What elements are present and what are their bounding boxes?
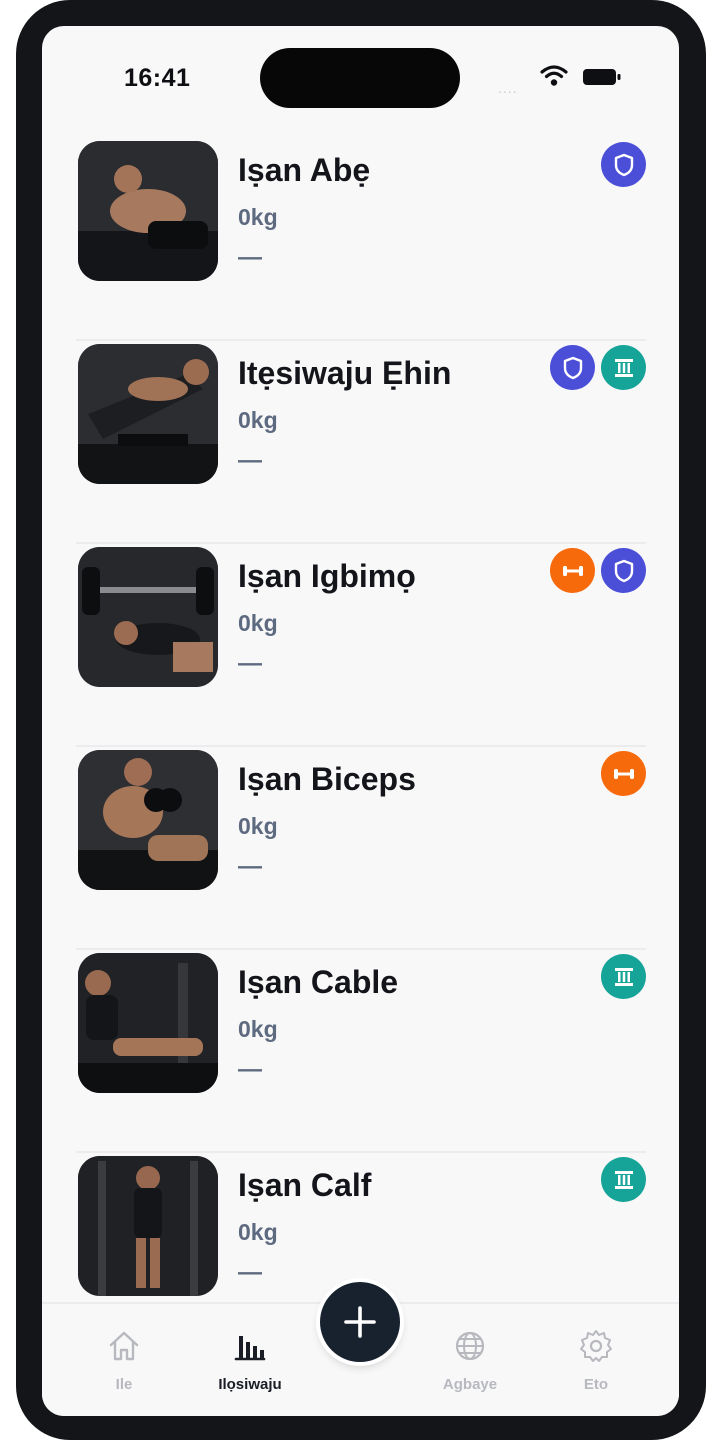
add-button[interactable]: [320, 1282, 400, 1362]
exercise-row[interactable]: Itẹsiwaju Ẹhin 0kg —: [76, 341, 646, 544]
exercise-name: Iṣan Abẹ: [238, 152, 371, 188]
exercise-row[interactable]: Iṣan Cable 0kg —: [76, 950, 646, 1153]
tab-label: Eto: [583, 1376, 609, 1393]
gear-icon: [580, 1330, 612, 1362]
exercise-weight: 0kg: [238, 407, 278, 433]
wifi-icon: [540, 65, 568, 86]
exercise-weight: 0kg: [238, 1016, 278, 1042]
column-icon: [601, 345, 646, 390]
exercise-name: Iṣan Calf: [238, 1167, 372, 1203]
exercise-weight: 0kg: [238, 813, 278, 839]
exercise-row[interactable]: Iṣan Abẹ 0kg —: [76, 138, 646, 341]
tab-home[interactable]: Ile: [69, 1304, 179, 1416]
home-icon: [109, 1331, 139, 1361]
battery-icon: [583, 69, 621, 85]
status-time: 16:41: [124, 64, 191, 92]
muscle-badges: [601, 1157, 646, 1202]
dynamic-island: [260, 48, 460, 108]
app-screen: 16:41 .... Iṣan Abẹ 0kg — Itẹsiwaju Ẹhin…: [42, 26, 679, 1416]
shield-icon: [601, 142, 646, 187]
exercise-thumbnail: [78, 953, 218, 1093]
shield-icon: [550, 345, 595, 390]
status-bar: 16:41 ....: [42, 26, 679, 126]
exercise-name: Itẹsiwaju Ẹhin: [238, 355, 452, 391]
exercise-note: —: [238, 853, 262, 880]
tab-label: Agbaye: [442, 1376, 498, 1393]
plus-icon: [344, 1306, 376, 1338]
shield-icon: [601, 548, 646, 593]
muscle-badges: [550, 345, 646, 390]
exercise-thumbnail: [78, 141, 218, 281]
exercise-name: Iṣan Igbimọ: [238, 558, 416, 594]
muscle-badges: [601, 751, 646, 796]
tab-label: Ilọsiwaju: [218, 1376, 282, 1393]
globe-icon: [455, 1331, 485, 1361]
exercise-thumbnail: [78, 547, 218, 687]
exercise-note: —: [238, 650, 262, 677]
exercise-note: —: [238, 1056, 262, 1083]
exercise-weight: 0kg: [238, 610, 278, 636]
exercise-row[interactable]: Iṣan Igbimọ 0kg —: [76, 544, 646, 747]
dumbbell-icon: [601, 751, 646, 796]
exercise-name: Iṣan Cable: [238, 964, 399, 1000]
exercise-weight: 0kg: [238, 1219, 278, 1245]
exercise-note: —: [238, 244, 262, 271]
column-icon: [601, 1157, 646, 1202]
exercise-note: —: [238, 1259, 262, 1286]
column-icon: [601, 954, 646, 999]
tab-progress[interactable]: Ilọsiwaju: [195, 1304, 305, 1416]
bar-chart-icon: [234, 1336, 266, 1361]
exercise-weight: 0kg: [238, 204, 278, 230]
signal-icon: ....: [498, 80, 518, 96]
exercise-row[interactable]: Iṣan Biceps 0kg —: [76, 747, 646, 950]
exercise-name: Iṣan Biceps: [238, 761, 416, 797]
exercise-thumbnail: [78, 344, 218, 484]
tab-global[interactable]: Agbaye: [415, 1304, 525, 1416]
muscle-badges: [601, 954, 646, 999]
exercise-thumbnail: [78, 1156, 218, 1296]
muscle-badges: [550, 548, 646, 593]
tab-settings[interactable]: Eto: [541, 1304, 651, 1416]
exercise-list: Iṣan Abẹ 0kg — Itẹsiwaju Ẹhin 0kg — Iṣan…: [76, 138, 646, 1356]
exercise-note: —: [238, 447, 262, 474]
dumbbell-icon: [550, 548, 595, 593]
tab-label: Ile: [115, 1376, 133, 1393]
exercise-thumbnail: [78, 750, 218, 890]
muscle-badges: [601, 142, 646, 187]
